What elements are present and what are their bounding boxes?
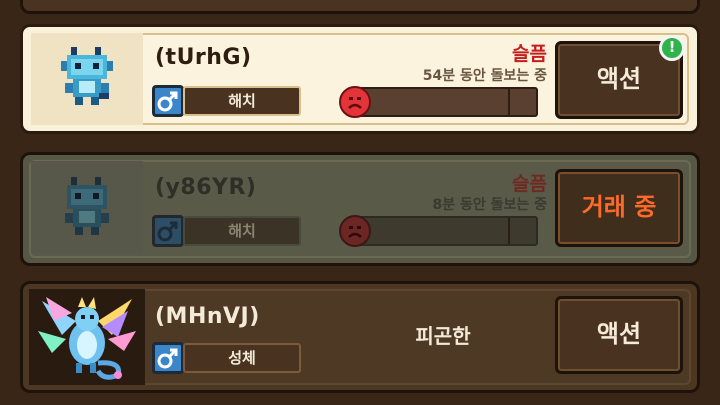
care-duration: 54분 동안 돌보는 중 xyxy=(422,68,547,84)
previous-card-edge xyxy=(20,0,700,14)
pet-name: (tUrhG) xyxy=(155,45,252,70)
pet-card[interactable]: (tUrhG) 해치 슬픔 54분 동안 돌보는 중 액션 ! xyxy=(20,24,700,134)
blue-dragon-sprite-icon xyxy=(65,177,109,235)
growth-stage-badge: 성체 xyxy=(183,343,301,373)
mood-bar-tick xyxy=(508,89,510,115)
mood-label: 슬픔 xyxy=(512,173,547,195)
action-button[interactable]: 액션 xyxy=(555,296,683,374)
pet-name: (y86YR) xyxy=(155,175,257,200)
sad-face-icon xyxy=(339,215,371,247)
sad-face-icon xyxy=(339,86,371,118)
pet-card[interactable]: (y86YR) 해치 슬픔 8분 동안 돌보는 중 거래 중 xyxy=(20,152,700,266)
care-duration: 8분 동안 돌보는 중 xyxy=(432,197,547,213)
notification-icon: ! xyxy=(659,35,685,61)
mood-bar xyxy=(348,216,538,246)
mood-bar xyxy=(348,87,538,117)
pet-portrait xyxy=(29,289,145,385)
rainbow-dragon-sprite-icon xyxy=(38,297,136,380)
pet-name: (MHnVJ) xyxy=(155,304,260,329)
pet-portrait xyxy=(31,161,143,253)
male-icon xyxy=(152,85,184,117)
growth-stage-badge: 해치 xyxy=(183,216,301,246)
pet-status: 피곤한 xyxy=(415,324,471,348)
pet-card[interactable]: (MHnVJ) 성체 피곤한 액션 xyxy=(20,281,700,393)
male-icon xyxy=(152,342,184,374)
trading-button[interactable]: 거래 중 xyxy=(555,169,683,247)
mood-label: 슬픔 xyxy=(512,43,547,65)
mood-bar-tick xyxy=(508,218,510,244)
male-icon xyxy=(152,215,184,247)
growth-stage-badge: 해치 xyxy=(183,86,301,116)
blue-dragon-sprite-icon xyxy=(61,47,113,105)
pet-portrait xyxy=(31,33,143,125)
